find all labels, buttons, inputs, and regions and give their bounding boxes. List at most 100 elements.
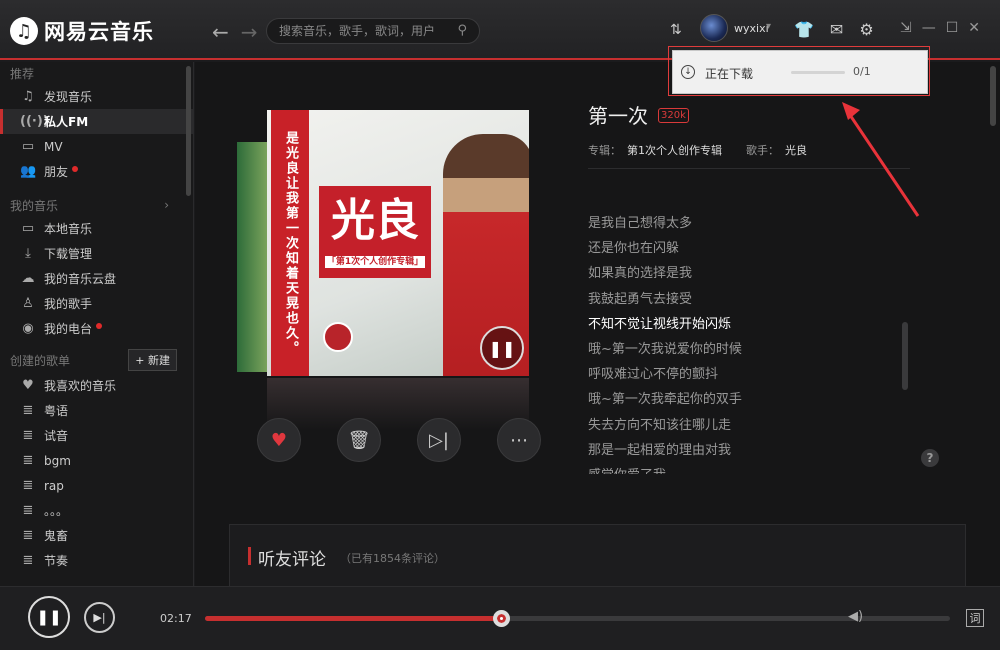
- window-controls: ⇲ — ☐ ✕: [900, 20, 980, 36]
- next-song-button[interactable]: ▷|: [417, 418, 461, 462]
- close-icon[interactable]: ✕: [968, 20, 980, 36]
- sidebar-item-radio[interactable]: ◉ 我的电台: [0, 316, 193, 341]
- lyric-line: 呼吸难过心不停的颤抖: [588, 367, 719, 383]
- sidebar-item-label: 试音: [44, 429, 69, 443]
- maximize-icon[interactable]: ☐: [946, 20, 959, 36]
- fm-action-row: ♥ 🗑 ▷| ⋯: [257, 418, 541, 462]
- minimize-icon[interactable]: —: [922, 20, 936, 36]
- sidebar-item-local[interactable]: ▭ 本地音乐: [0, 216, 193, 241]
- search-input[interactable]: [279, 23, 449, 39]
- lyrics-panel[interactable]: 是我自己想得太多 还是你也在闪躲 如果真的选择是我 我鼓起勇气去接受 不知不觉让视线开始…: [588, 212, 908, 474]
- sidebar-item-fm[interactable]: ((·)) 私人FM: [0, 109, 193, 134]
- more-button[interactable]: ⋯: [497, 418, 541, 462]
- brand-logo[interactable]: ♫ 网易云音乐: [10, 16, 154, 46]
- download-icon: ↓: [681, 65, 695, 79]
- sidebar-item-downloads[interactable]: ⤓ 下载管理: [0, 241, 193, 266]
- cover-name-block: 光良 「第1次个人创作专辑」: [319, 186, 431, 278]
- lyric-line-current: 不知不觉让视线开始闪烁: [588, 316, 732, 332]
- friends-icon: 👥: [20, 164, 37, 179]
- sidebar-playlist[interactable]: ≣ 鬼畜: [0, 523, 193, 548]
- cover-pause-button[interactable]: ❚❚: [480, 326, 524, 370]
- search-icon[interactable]: ⚲: [457, 23, 467, 38]
- lyric-line: 那是一起相爱的理由对我: [588, 442, 732, 458]
- search-box: ⚲: [266, 18, 480, 44]
- sidebar-playlist[interactable]: ≣ rap: [0, 473, 193, 498]
- album-cover-area: 是光良让我第一次知着天晃也久。 光良 「第1次个人创作专辑」: [237, 110, 533, 432]
- user-avatar[interactable]: [700, 14, 728, 42]
- brand-name: 网易云音乐: [44, 20, 154, 44]
- main-scrollbar[interactable]: [990, 66, 996, 126]
- section-recommend: 推荐: [0, 62, 193, 84]
- lyric-line: 还是你也在闪躲: [588, 241, 680, 257]
- sidebar: 推荐 ♫ 发现音乐 ((·)) 私人FM ▭ MV 👥 朋友 我的音乐 › ▭ …: [0, 62, 194, 586]
- album-back-disc: [237, 142, 267, 372]
- notification-dot: [96, 322, 103, 329]
- download-popup[interactable]: ↓ 正在下载 0/1: [672, 50, 928, 94]
- playlist-icon: ≣: [22, 478, 34, 493]
- sidebar-item-artists[interactable]: ♙ 我的歌手: [0, 291, 193, 316]
- sidebar-item-label: 节奏: [44, 554, 69, 568]
- sidebar-item-label: 鬼畜: [44, 529, 69, 543]
- section-my-music[interactable]: 我的音乐 ›: [0, 194, 193, 216]
- sidebar-item-favorites[interactable]: ♥ 我喜欢的音乐: [0, 373, 193, 398]
- forward-arrow-icon[interactable]: →: [241, 20, 258, 44]
- comments-count: （已有1854条评论）: [340, 552, 445, 565]
- help-icon[interactable]: ?: [921, 449, 939, 467]
- album-label: 专辑：: [588, 144, 621, 157]
- sidebar-item-label: 我的歌手: [44, 297, 93, 311]
- video-icon: ▭: [21, 139, 35, 154]
- sidebar-playlist[interactable]: ≣ 试音: [0, 423, 193, 448]
- sidebar-item-label: 我的音乐云盘: [44, 272, 117, 286]
- sidebar-playlist[interactable]: ≣ 粤语: [0, 398, 193, 423]
- skin-tshirt-icon[interactable]: 👕: [794, 20, 814, 39]
- lyrics-scrollbar[interactable]: [902, 322, 908, 390]
- pause-button[interactable]: ❚❚: [28, 596, 70, 638]
- download-sync-icon[interactable]: ⇅: [670, 22, 682, 38]
- sidebar-playlist[interactable]: ≣ 。。。: [0, 498, 193, 523]
- sidebar-item-label: 朋友: [44, 165, 69, 179]
- sidebar-scrollbar[interactable]: [186, 66, 191, 196]
- lyric-line: 如果真的选择是我: [588, 266, 693, 282]
- progress-bar[interactable]: [205, 610, 950, 627]
- volume-icon[interactable]: ◀): [848, 609, 863, 624]
- sidebar-playlist[interactable]: ≣ 节奏: [0, 548, 193, 573]
- cover-stamp: [323, 322, 353, 352]
- progress-handle[interactable]: [492, 610, 510, 627]
- song-meta: 专辑： 第1次个人创作专辑 歌手： 光良: [588, 142, 825, 158]
- artist-link[interactable]: 光良: [785, 142, 807, 158]
- like-button[interactable]: ♥: [257, 418, 301, 462]
- sidebar-item-mv[interactable]: ▭ MV: [0, 134, 193, 159]
- gear-icon[interactable]: ⚙: [859, 20, 873, 39]
- mini-mode-icon[interactable]: ⇲: [900, 20, 912, 36]
- section-created: 创建的歌单 + 新建: [0, 347, 193, 373]
- top-toolbar: 👕 ✉ ⚙: [794, 20, 874, 39]
- trash-button[interactable]: 🗑: [337, 418, 381, 462]
- sidebar-item-label: 下载管理: [44, 247, 93, 261]
- download-icon: ⤓: [25, 246, 31, 261]
- song-title: 第一次: [588, 104, 648, 128]
- download-count: 0/1: [853, 65, 871, 78]
- chevron-down-icon[interactable]: ▾: [766, 21, 771, 32]
- next-button[interactable]: ▶|: [84, 602, 115, 633]
- radio-wave-icon: ((·)): [20, 114, 49, 129]
- lyrics-toggle-icon[interactable]: 词: [966, 609, 984, 627]
- download-label: 正在下载: [705, 67, 754, 81]
- username[interactable]: wyxixi: [734, 22, 769, 35]
- sidebar-item-discover[interactable]: ♫ 发现音乐: [0, 84, 193, 109]
- sidebar-item-label: 我喜欢的音乐: [44, 379, 117, 393]
- lyric-line: 哦~第一次我说爱你的时候: [588, 341, 742, 357]
- current-time: 02:17: [160, 612, 192, 625]
- sidebar-item-label: 我的电台: [44, 322, 93, 336]
- sidebar-playlist[interactable]: ≣ bgm: [0, 448, 193, 473]
- new-playlist-button[interactable]: + 新建: [128, 349, 177, 371]
- sidebar-item-cloud[interactable]: ☁ 我的音乐云盘: [0, 266, 193, 291]
- album-link[interactable]: 第1次个人创作专辑: [627, 142, 722, 158]
- back-arrow-icon[interactable]: ←: [212, 20, 229, 44]
- notification-dot: [72, 165, 79, 172]
- lyric-line: 我鼓起勇气去接受: [588, 291, 693, 307]
- lyric-line: 失去方向不知该往哪儿走: [588, 417, 732, 433]
- sidebar-item-friends[interactable]: 👥 朋友: [0, 159, 193, 184]
- bitrate-badge: 320k: [658, 108, 689, 123]
- mail-icon[interactable]: ✉: [830, 20, 843, 39]
- playlist-icon: ≣: [22, 453, 34, 468]
